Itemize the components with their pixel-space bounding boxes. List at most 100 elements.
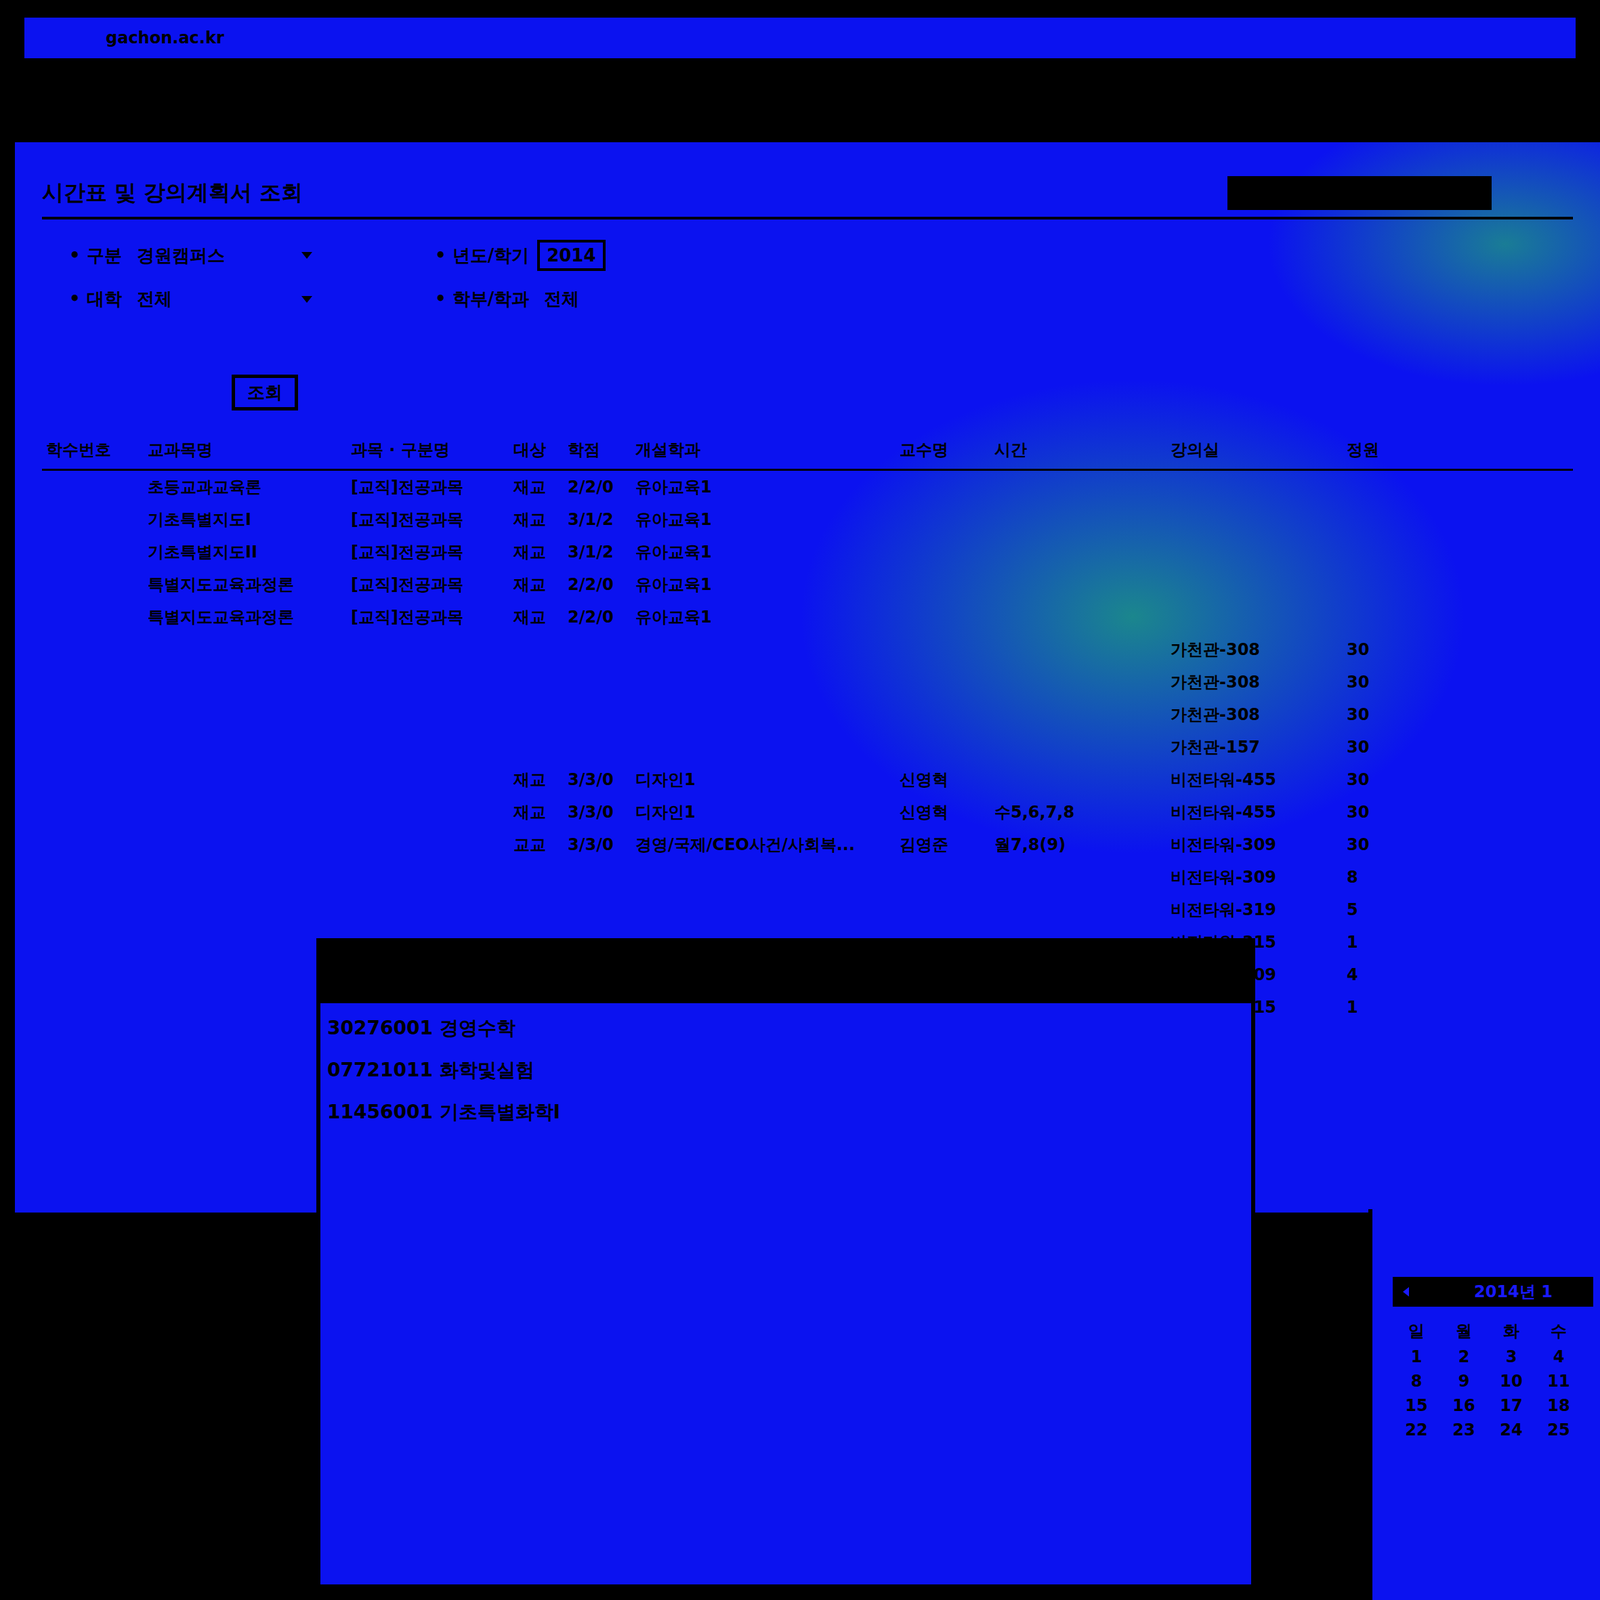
- filter-field[interactable]: 경원캠퍼스: [130, 241, 320, 271]
- popup-title-bar: [320, 942, 1252, 1004]
- table-cell: 교교: [509, 833, 564, 856]
- filter-field[interactable]: 전체: [537, 284, 586, 314]
- table-cell: 30: [1342, 770, 1411, 790]
- table-cell: 수5,6,7,8: [990, 801, 1167, 824]
- calendar-day[interactable]: 25: [1534, 1420, 1583, 1440]
- column-header[interactable]: 학수번호: [41, 438, 144, 461]
- filter-label: • 년도/학기: [434, 243, 530, 268]
- filter-label: • 대학: [69, 287, 122, 311]
- prev-month-icon[interactable]: [1399, 1285, 1414, 1299]
- table-cell: 가천관-308: [1166, 671, 1343, 693]
- calendar-day[interactable]: 22: [1392, 1420, 1441, 1440]
- filter: • 학부/학과 전체: [434, 284, 910, 314]
- calendar-day[interactable]: 17: [1487, 1396, 1535, 1416]
- filter-field[interactable]: 2014: [537, 239, 605, 271]
- table-cell: [교직]전공과목: [346, 541, 510, 563]
- calendar-day[interactable]: 10: [1487, 1371, 1535, 1391]
- calendar-day[interactable]: 3: [1487, 1347, 1535, 1367]
- table-cell: 5: [1342, 900, 1411, 920]
- calendar-day[interactable]: 11: [1534, 1371, 1583, 1391]
- calendar-day[interactable]: 18: [1534, 1396, 1583, 1416]
- dropdown-icon[interactable]: [300, 294, 313, 305]
- table-row[interactable]: 가천관-15730: [41, 730, 1573, 764]
- table-row[interactable]: 특별지도교육과정론[교직]전공과목재교2/2/0유아교육1: [41, 600, 1573, 634]
- table-cell: 가천관-308: [1166, 703, 1343, 726]
- calendar-day[interactable]: 2: [1440, 1347, 1488, 1367]
- column-header[interactable]: 대상: [509, 438, 564, 461]
- table-row[interactable]: 특별지도교육과정론[교직]전공과목재교2/2/0유아교육1: [41, 568, 1573, 601]
- column-header[interactable]: 교과목명: [143, 438, 347, 461]
- calendar-day[interactable]: 15: [1392, 1396, 1441, 1416]
- table-cell: [교직]전공과목: [346, 573, 510, 596]
- table-row[interactable]: 가천관-30830: [41, 633, 1573, 666]
- table-cell: 3/3/0: [563, 770, 632, 790]
- calendar-day[interactable]: 24: [1487, 1420, 1535, 1440]
- table-cell: 30: [1342, 737, 1411, 757]
- table-cell: 유아교육1: [631, 508, 896, 531]
- filter-label: • 학부/학과: [434, 287, 530, 311]
- table-cell: 신영혁: [895, 801, 991, 824]
- dropdown-icon[interactable]: [300, 250, 313, 261]
- table-cell: 재교: [509, 508, 564, 531]
- column-header[interactable]: 과목 · 구분명: [346, 438, 510, 461]
- table-cell: 김영준: [895, 833, 991, 856]
- popup-item[interactable]: 30276001 경영수학: [327, 1015, 1245, 1042]
- table-cell: 3/3/0: [563, 802, 632, 822]
- column-header[interactable]: 강의실: [1166, 438, 1343, 461]
- table-row[interactable]: 비전타워-3195: [41, 893, 1573, 926]
- popup-item[interactable]: 11456001 기초특별화학I: [327, 1099, 1245, 1126]
- table-cell: 30: [1342, 802, 1411, 822]
- table-cell: 유아교육1: [631, 606, 896, 628]
- table-cell: 재교: [509, 768, 564, 791]
- favorites-bar: [20, 67, 1580, 102]
- table-cell: 30: [1342, 640, 1411, 660]
- table-row[interactable]: 재교3/3/0디자인1신영혁비전타워-45530: [41, 763, 1573, 796]
- popup-item[interactable]: 07721011 화학및실험: [327, 1057, 1245, 1084]
- column-header[interactable]: 개설학과: [631, 438, 896, 461]
- table-row[interactable]: 재교3/3/0디자인1신영혁수5,6,7,8비전타워-45530: [41, 795, 1573, 829]
- table-cell: 3/3/0: [563, 835, 632, 855]
- calendar-title: 2014년 1: [1474, 1280, 1553, 1303]
- table-cell: 디자인1: [631, 801, 896, 824]
- table-row[interactable]: 기초특별지도II[교직]전공과목재교3/1/2유아교육1: [41, 535, 1573, 569]
- column-header[interactable]: 학점: [563, 438, 632, 461]
- column-header[interactable]: 교수명: [895, 438, 991, 461]
- calendar-day[interactable]: 8: [1392, 1371, 1441, 1391]
- table-cell: 가천관-157: [1166, 736, 1343, 759]
- table-row[interactable]: 교교3/3/0경영/국제/CEO사건/사회복...김영준월7,8(9)비전타워-…: [41, 828, 1573, 861]
- url-text[interactable]: gachon.ac.kr: [105, 28, 225, 48]
- calendar-day[interactable]: 1: [1392, 1347, 1441, 1367]
- filter: • 구분경원캠퍼스: [69, 239, 435, 271]
- table-row[interactable]: 가천관-30830: [41, 665, 1573, 699]
- table-cell: 30: [1342, 705, 1411, 725]
- table-cell: 경영/국제/CEO사건/사회복...: [631, 833, 896, 856]
- search-button[interactable]: 조회: [231, 374, 299, 411]
- address-bar[interactable]: gachon.ac.kr: [20, 13, 1580, 63]
- calendar-widget: 2014년 1일월화수12348910111516171822232425: [1368, 1209, 1600, 1600]
- table-cell: 3/1/2: [563, 510, 632, 530]
- table-cell: 1: [1342, 997, 1411, 1017]
- column-header[interactable]: 정원: [1342, 438, 1411, 461]
- table-cell: 비전타워-455: [1166, 768, 1343, 791]
- calendar-day[interactable]: 23: [1440, 1420, 1488, 1440]
- table-cell: 재교: [509, 606, 564, 628]
- header-tools[interactable]: [1227, 176, 1492, 210]
- filter-field[interactable]: 전체: [130, 284, 320, 314]
- weekday: 일: [1392, 1320, 1441, 1342]
- calendar-day[interactable]: 9: [1440, 1371, 1488, 1391]
- table-cell: [교직]전공과목: [346, 508, 510, 531]
- table-row[interactable]: 가천관-30830: [41, 698, 1573, 731]
- table-row[interactable]: 기초특별지도I[교직]전공과목재교3/1/2유아교육1: [41, 503, 1573, 536]
- column-header[interactable]: 시간: [990, 438, 1167, 461]
- table-cell: 특별지도교육과정론: [143, 573, 347, 596]
- filter: • 대학 전체: [69, 284, 435, 314]
- table-cell: 유아교육1: [631, 476, 896, 498]
- table-row[interactable]: 비전타워-3098: [41, 860, 1573, 894]
- popup-window: 30276001 경영수학 07721011 화학및실험 11456001 기초특별…: [316, 938, 1256, 1589]
- table-cell: [교직]전공과목: [346, 476, 510, 498]
- button-row: 조회: [41, 313, 1573, 425]
- table-row[interactable]: 초등교과교육론[교직]전공과목재교2/2/0유아교육1: [41, 470, 1573, 504]
- calendar-day[interactable]: 16: [1440, 1396, 1488, 1416]
- weekday: 수: [1534, 1320, 1583, 1342]
- calendar-day[interactable]: 4: [1534, 1347, 1583, 1367]
